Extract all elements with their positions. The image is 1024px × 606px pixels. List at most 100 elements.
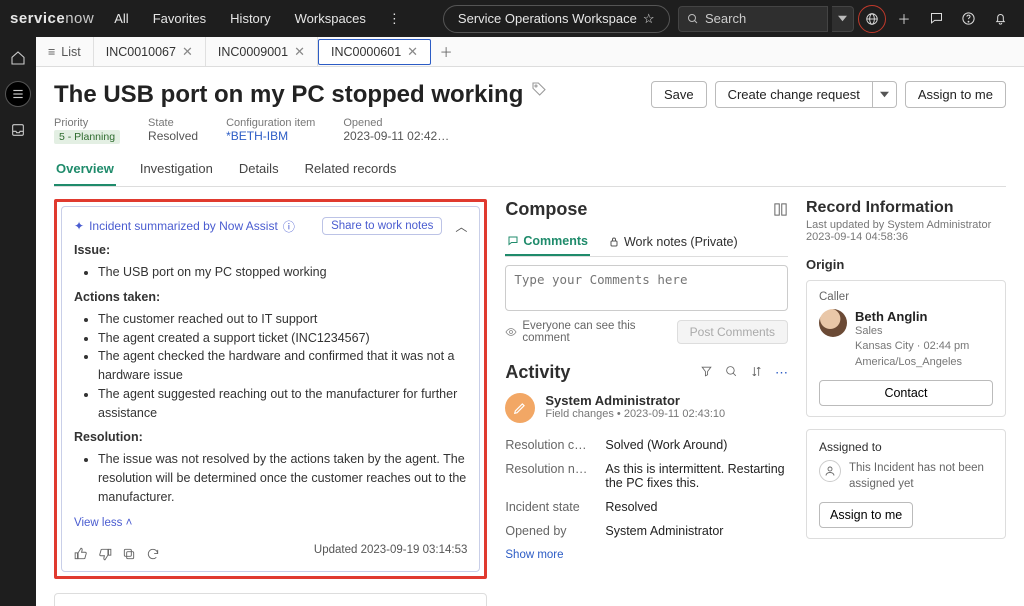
chevron-up-icon[interactable]: ︿ xyxy=(455,218,467,235)
assist-resolution-heading: Resolution: xyxy=(74,430,467,444)
origin-card: Caller Beth Anglin Sales Kansas City · 0… xyxy=(806,280,1006,417)
globe-icon[interactable] xyxy=(858,5,886,33)
activity-author: System Administrator xyxy=(545,393,725,408)
subtab-overview[interactable]: Overview xyxy=(54,153,116,186)
edit-avatar-icon xyxy=(505,393,535,423)
assist-updated: Updated 2023-09-19 03:14:53 xyxy=(314,544,467,556)
layout-icon[interactable] xyxy=(773,202,788,217)
record-info-updated: Last updated by System Administrator 202… xyxy=(806,219,1006,243)
tab-list[interactable]: ≡ List xyxy=(36,37,94,66)
avatar xyxy=(819,309,847,337)
close-icon[interactable]: ✕ xyxy=(294,44,305,60)
workspace-pill[interactable]: Service Operations Workspace ☆ xyxy=(443,5,670,33)
filter-icon[interactable] xyxy=(700,365,713,381)
close-icon[interactable]: ✕ xyxy=(182,44,193,60)
save-button[interactable]: Save xyxy=(651,81,707,108)
search-placeholder: Search xyxy=(705,11,746,26)
show-more-link[interactable]: Show more xyxy=(505,549,788,561)
nav-all[interactable]: All xyxy=(104,5,138,32)
assist-actions-list: The customer reached out to IT support T… xyxy=(74,310,467,423)
rail-inbox-icon[interactable] xyxy=(5,117,31,143)
state-value: Resolved xyxy=(148,129,198,143)
caller-name[interactable]: Beth Anglin xyxy=(855,309,969,324)
global-search[interactable]: Search xyxy=(678,6,828,32)
assign-to-me-button-side[interactable]: Assign to me xyxy=(819,502,913,528)
refresh-icon[interactable] xyxy=(146,547,160,561)
create-change-dropdown[interactable] xyxy=(873,81,897,108)
visibility-text: Everyone can see this comment xyxy=(522,320,642,344)
nav-workspaces[interactable]: Workspaces xyxy=(285,5,376,32)
info-icon[interactable]: ⓘ xyxy=(283,218,295,235)
sort-icon[interactable] xyxy=(750,365,763,381)
assist-title: Incident summarized by Now Assist xyxy=(89,219,278,233)
thumbs-down-icon[interactable] xyxy=(98,547,112,561)
bell-icon[interactable] xyxy=(986,5,1014,33)
compose-tab-worknotes[interactable]: Work notes (Private) xyxy=(606,228,740,256)
chat-icon[interactable] xyxy=(922,5,950,33)
caller-label: Caller xyxy=(819,291,993,303)
workspace-label: Service Operations Workspace xyxy=(458,11,637,26)
rail-list-icon[interactable] xyxy=(5,81,31,107)
priority-badge: 5 - Planning xyxy=(54,130,120,144)
subtab-details[interactable]: Details xyxy=(237,153,281,186)
now-assist-card: ✦ Incident summarized by Now Assist ⓘ Sh… xyxy=(61,206,480,572)
record-subtabs: Overview Investigation Details Related r… xyxy=(54,153,1006,187)
logo[interactable]: servicenow xyxy=(10,10,94,27)
nav-more-icon[interactable]: ⋮ xyxy=(380,7,409,31)
person-icon xyxy=(819,460,841,482)
record-content: The USB port on my PC stopped working Sa… xyxy=(36,67,1024,606)
rail-home-icon[interactable] xyxy=(5,45,31,71)
copy-icon[interactable] xyxy=(122,547,136,561)
activity-timestamp: Field changes • 2023-09-11 02:43:10 xyxy=(545,408,725,420)
search-icon[interactable] xyxy=(725,365,738,381)
sparkle-icon: ✦ xyxy=(74,219,84,233)
record-info-title: Record Information xyxy=(806,199,1006,217)
share-to-worknotes-button[interactable]: Share to work notes xyxy=(322,217,442,235)
help-icon[interactable] xyxy=(954,5,982,33)
activity-field-changes: Resolution c…Solved (Work Around) Resolu… xyxy=(505,433,788,543)
search-dropdown[interactable] xyxy=(832,6,854,32)
nav-favorites[interactable]: Favorites xyxy=(143,5,216,32)
subtab-related[interactable]: Related records xyxy=(303,153,399,186)
compose-tab-comments[interactable]: Comments xyxy=(505,228,590,256)
eye-icon xyxy=(505,326,517,338)
assigned-card: Assigned to This Incident has not been a… xyxy=(806,429,1006,539)
tab-inc0000601[interactable]: INC0000601 ✕ xyxy=(318,39,431,65)
search-icon xyxy=(687,13,699,25)
list-icon: ≡ xyxy=(48,45,55,59)
chevron-up-icon: ˄ xyxy=(126,517,133,529)
nav-history[interactable]: History xyxy=(220,5,280,32)
summary-card: Summary Short description ︿ The USB port… xyxy=(54,593,487,606)
plus-icon[interactable]: ＋ xyxy=(890,5,918,33)
tab-inc0009001[interactable]: INC0009001 ✕ xyxy=(206,37,318,66)
assist-issue-list: The USB port on my PC stopped working xyxy=(74,263,467,282)
highlight-box: ✦ Incident summarized by Now Assist ⓘ Sh… xyxy=(54,199,487,579)
compose-title: Compose xyxy=(505,199,587,220)
post-comments-button[interactable]: Post Comments xyxy=(677,320,788,344)
page-title: The USB port on my PC stopped working xyxy=(54,81,523,109)
configuration-item-link[interactable]: *BETH-IBM xyxy=(226,129,315,143)
subtab-investigation[interactable]: Investigation xyxy=(138,153,215,186)
assign-to-me-button[interactable]: Assign to me xyxy=(905,81,1006,108)
origin-heading: Origin xyxy=(806,257,1006,272)
assigned-empty-text: This Incident has not been assigned yet xyxy=(849,460,993,492)
record-meta: Priority5 - Planning StateResolved Confi… xyxy=(54,117,1006,143)
star-icon: ☆ xyxy=(643,11,655,27)
opened-value: 2023-09-11 02:42… xyxy=(343,129,449,143)
more-icon[interactable]: ⋯ xyxy=(775,365,788,381)
create-change-split: Create change request xyxy=(715,81,897,108)
tab-inc0010067[interactable]: INC0010067 ✕ xyxy=(94,37,206,66)
activity-entry: System Administrator Field changes • 202… xyxy=(505,393,788,423)
close-icon[interactable]: ✕ xyxy=(407,44,418,60)
view-less-link[interactable]: View less ˄ xyxy=(74,517,132,529)
activity-title: Activity xyxy=(505,362,570,383)
assist-resolution-list: The issue was not resolved by the action… xyxy=(74,450,467,506)
assigned-label: Assigned to xyxy=(819,440,993,454)
global-header: servicenow All Favorites History Workspa… xyxy=(0,0,1024,37)
add-tab-button[interactable]: ＋ xyxy=(431,37,461,66)
contact-button[interactable]: Contact xyxy=(819,380,993,406)
create-change-button[interactable]: Create change request xyxy=(715,81,873,108)
tag-icon[interactable] xyxy=(531,81,547,97)
compose-textarea[interactable] xyxy=(505,265,788,311)
thumbs-up-icon[interactable] xyxy=(74,547,88,561)
